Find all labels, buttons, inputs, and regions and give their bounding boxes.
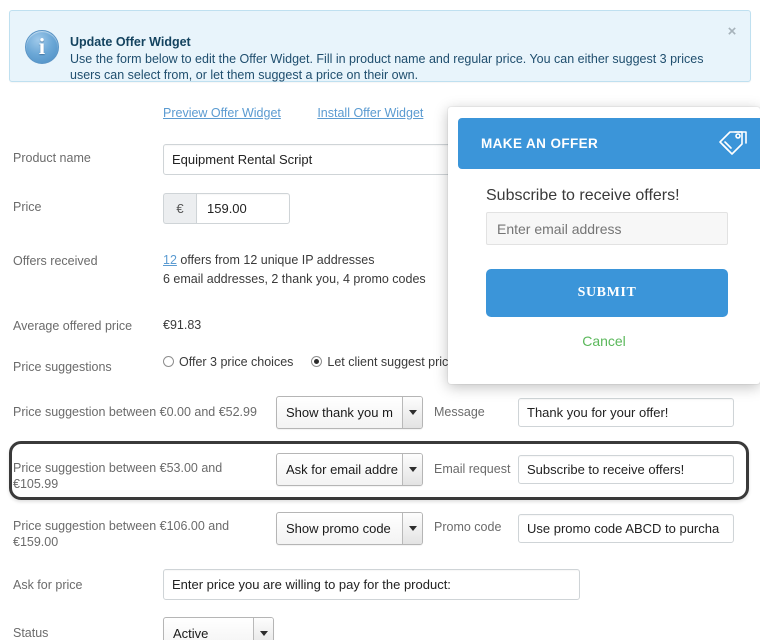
suggestion-range-label-1: Price suggestion between €0.00 and €52.9… [13, 405, 257, 419]
price-suggestions-label: Price suggestions [13, 360, 112, 374]
offers-received-value: 12 offers from 12 unique IP addresses [163, 251, 374, 270]
suggestion-field-input-3[interactable] [518, 514, 734, 543]
preview-offer-widget-link[interactable]: Preview Offer Widget [163, 106, 281, 120]
popup-submit-button[interactable]: SUBMIT [486, 269, 728, 317]
radio-offer3-label: Offer 3 price choices [179, 355, 294, 369]
price-label: Price [13, 200, 42, 214]
product-name-label: Product name [13, 151, 91, 165]
offers-received-label: Offers received [13, 254, 98, 268]
status-value: Active [173, 626, 209, 640]
suggestion-action-select-1[interactable]: Show thank you m [276, 396, 423, 429]
radio-offer-3-price-choices[interactable]: Offer 3 price choices [163, 355, 293, 369]
page-root: Update Offer Widget Use the form below t… [0, 0, 760, 640]
make-an-offer-popup: MAKE AN OFFER Subscribe to receive offer… [448, 107, 760, 384]
suggestion-field-label-1: Message [434, 405, 485, 419]
popup-cancel-link[interactable]: Cancel [448, 333, 760, 349]
average-offered-price-value: €91.83 [163, 318, 202, 332]
chevron-down-icon [402, 454, 422, 485]
suggestion-field-input-2[interactable] [518, 455, 734, 484]
suggestion-action-value-1: Show thank you m [286, 405, 393, 420]
suggestion-field-label-2: Email request [434, 462, 511, 476]
suggestion-range-label-3: Price suggestion between €106.00 and €15… [13, 519, 230, 549]
suggestion-action-value-2: Ask for email addre [286, 462, 398, 477]
chevron-down-icon [402, 397, 422, 428]
ask-for-price-input[interactable] [163, 569, 580, 600]
alert-body: Update Offer Widget Use the form below t… [70, 34, 720, 84]
close-icon[interactable]: × [724, 24, 740, 40]
popup-email-input[interactable] [486, 212, 728, 245]
average-offered-price-label: Average offered price [13, 319, 133, 333]
price-input-group: € [163, 193, 290, 224]
offers-line1-rest: offers from 12 unique IP addresses [176, 253, 375, 267]
widget-links: Preview Offer Widget Install Offer Widge… [163, 104, 455, 122]
price-tag-icon [719, 131, 747, 155]
price-input[interactable] [196, 193, 290, 224]
alert-text: Use the form below to edit the Offer Wid… [70, 51, 704, 83]
ask-for-price-label: Ask for price [13, 578, 83, 592]
radio-icon-let-client [311, 356, 323, 367]
suggestion-field-label-3: Promo code [434, 520, 502, 534]
radio-let-client-label: Let client suggest price [327, 355, 456, 369]
popup-title: MAKE AN OFFER [481, 136, 599, 151]
radio-icon-offer3 [163, 356, 174, 367]
status-select[interactable]: Active [163, 617, 274, 640]
suggestion-action-select-2[interactable]: Ask for email addre [276, 453, 423, 486]
update-offer-widget-alert: Update Offer Widget Use the form below t… [9, 10, 751, 82]
suggestion-action-select-3[interactable]: Show promo code [276, 512, 423, 545]
price-suggestions-radio-group: Offer 3 price choices Let client suggest … [163, 355, 473, 369]
status-label: Status [13, 626, 49, 640]
chevron-down-icon [253, 618, 273, 640]
install-offer-widget-link[interactable]: Install Offer Widget [317, 106, 423, 120]
offers-breakdown: 6 email addresses, 2 thank you, 4 promo … [163, 272, 426, 286]
popup-header: MAKE AN OFFER [458, 118, 760, 169]
currency-addon: € [163, 193, 196, 224]
popup-subtitle: Subscribe to receive offers! [486, 187, 680, 204]
suggestion-action-value-3: Show promo code [286, 521, 391, 536]
suggestion-field-input-1[interactable] [518, 398, 734, 427]
suggestion-range-label-2: Price suggestion between €53.00 and €105… [13, 461, 223, 491]
alert-title: Update Offer Widget [70, 35, 191, 49]
chevron-down-icon [402, 513, 422, 544]
offers-count-link[interactable]: 12 [163, 253, 177, 267]
info-icon [25, 30, 59, 64]
radio-let-client-suggest-price[interactable]: Let client suggest price [311, 355, 455, 369]
